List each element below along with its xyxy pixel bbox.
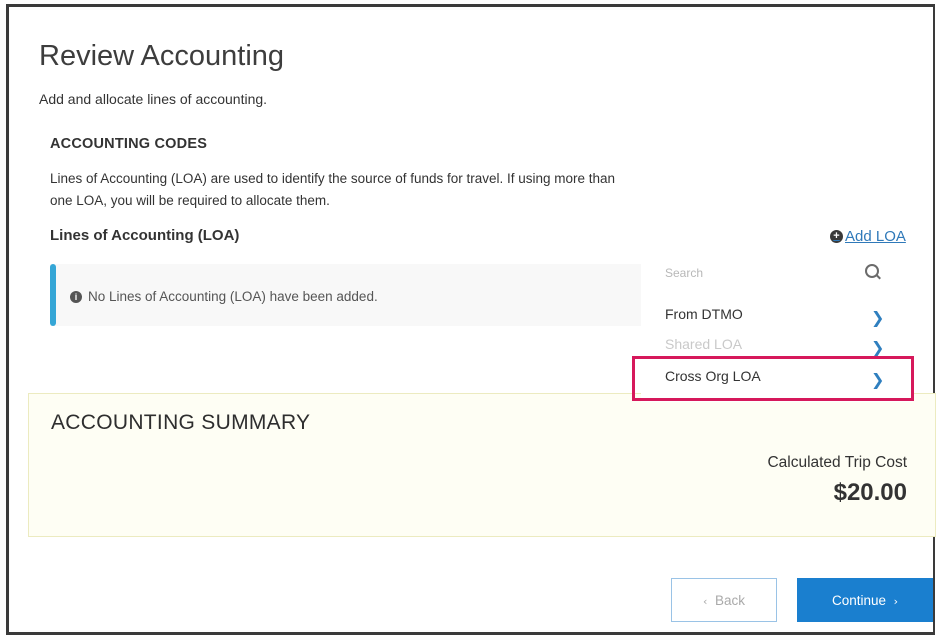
back-button[interactable]: ‹ Back [671, 578, 777, 622]
continue-button-label: Continue [832, 593, 887, 608]
dropdown-item-from-dtmo[interactable]: From DTMO ❯ [665, 306, 885, 330]
accounting-codes-description: Lines of Accounting (LOA) are used to id… [50, 171, 616, 208]
accounting-codes-heading: ACCOUNTING CODES [50, 136, 208, 152]
add-loa-label: Add LOA [845, 228, 906, 245]
notice-text: No Lines of Accounting (LOA) have been a… [88, 289, 378, 304]
add-circle-icon: + [830, 230, 843, 243]
loa-section-heading: Lines of Accounting (LOA) [50, 227, 240, 244]
chevron-right-icon: ❯ [871, 308, 885, 327]
trip-cost-label: Calculated Trip Cost [767, 454, 907, 471]
notice-message: i No Lines of Accounting (LOA) have been… [70, 289, 378, 304]
add-loa-link[interactable]: + Add LOA [830, 228, 906, 245]
empty-loa-notice: i No Lines of Accounting (LOA) have been… [50, 264, 642, 326]
accounting-summary-title: ACCOUNTING SUMMARY [51, 411, 311, 434]
back-button-label: Back [714, 593, 745, 608]
dropdown-item-label: Shared LOA [665, 336, 743, 352]
notice-accent-bar [50, 264, 56, 326]
continue-button[interactable]: Continue › [797, 578, 933, 622]
info-icon: i [70, 290, 82, 303]
dropdown-item-label: From DTMO [665, 306, 743, 322]
page-title: Review Accounting [39, 40, 285, 72]
highlight-annotation-box [632, 356, 914, 401]
trip-cost-value: $20.00 [833, 479, 907, 506]
chevron-left-icon: ‹ [703, 595, 708, 608]
search-icon[interactable] [865, 264, 879, 278]
chevron-right-icon: ❯ [871, 338, 885, 357]
page-subtitle: Add and allocate lines of accounting. [39, 91, 268, 107]
chevron-right-icon: › [893, 595, 898, 608]
accounting-summary-panel: ACCOUNTING SUMMARY Calculated Trip Cost … [28, 393, 936, 537]
